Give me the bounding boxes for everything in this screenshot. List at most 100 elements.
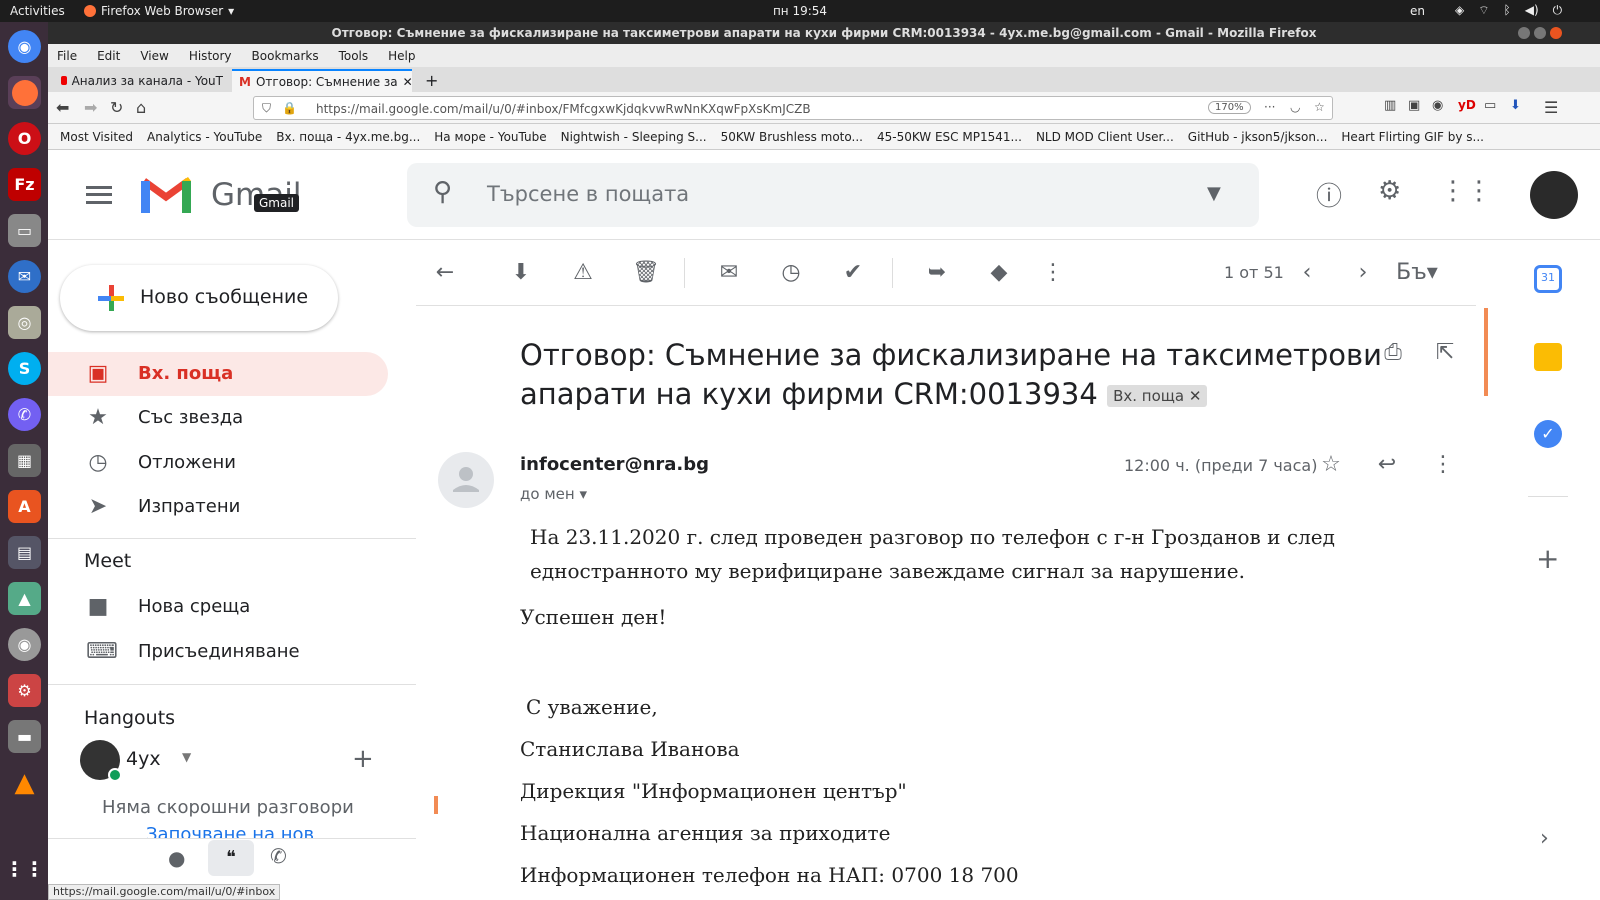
viber-icon[interactable]: ✆ xyxy=(8,398,41,431)
page-actions-icon[interactable]: ··· xyxy=(1264,100,1275,114)
clock[interactable]: пн 19:54 xyxy=(0,4,1600,18)
minimize-button[interactable] xyxy=(1518,27,1530,39)
filezilla-icon[interactable]: Fz xyxy=(8,168,41,201)
star-message-icon[interactable]: ☆ xyxy=(1318,452,1344,478)
tab-gmail[interactable]: M Отговор: Съмнение за ✕ xyxy=(232,69,412,92)
back-arrow-icon[interactable]: ⬅ xyxy=(56,98,69,117)
address-bar[interactable]: ⛉ 🔒 https://mail.google.com/mail/u/0/#in… xyxy=(253,96,1333,120)
phone-tab-icon[interactable]: ✆ xyxy=(270,844,287,868)
sidebar-item-snoozed[interactable]: ◷ Отложени xyxy=(48,441,388,485)
account-avatar[interactable] xyxy=(1530,171,1578,219)
contacts-tab-icon[interactable]: ● xyxy=(168,846,185,870)
email-scrollbar[interactable] xyxy=(1484,308,1488,396)
back-to-inbox-icon[interactable]: ← xyxy=(432,260,458,286)
compose-button[interactable]: Ново съобщение xyxy=(60,265,338,331)
software-center-icon[interactable]: A xyxy=(8,490,41,523)
opera-icon[interactable]: O xyxy=(8,122,41,155)
extension-screen-icon[interactable]: ▭ xyxy=(1484,98,1496,113)
vlc-icon[interactable]: ▲ xyxy=(8,766,41,799)
main-menu-icon[interactable] xyxy=(86,186,112,204)
activities-button[interactable]: Activities xyxy=(10,4,65,18)
bookmark-esc[interactable]: 45-50KW ESC MP1541... xyxy=(877,130,1022,144)
input-tools-icon[interactable]: Бъ▾ xyxy=(1392,260,1442,286)
lock-icon[interactable]: 🔒 xyxy=(282,101,297,115)
menu-tools[interactable]: Tools xyxy=(339,49,369,63)
report-spam-icon[interactable]: ⚠ xyxy=(570,260,596,286)
mark-unread-icon[interactable]: ✉ xyxy=(716,260,742,286)
start-new-chat-link[interactable]: Започване на нов xyxy=(146,824,314,838)
menu-help[interactable]: Help xyxy=(388,49,415,63)
inbox-label-chip[interactable]: Вх. поща ✕ xyxy=(1107,385,1208,407)
help-icon[interactable]: ⓘ xyxy=(1316,176,1342,213)
system-tray[interactable]: ◈ ⌔ ᛒ ◀) ⏻ xyxy=(1455,3,1562,18)
move-to-icon[interactable]: ➥ xyxy=(924,260,950,286)
bookmark-nld-mod[interactable]: NLD MOD Client User... xyxy=(1036,130,1174,144)
search-icon[interactable]: ⚲ xyxy=(433,177,452,207)
scanner-icon[interactable]: ▬ xyxy=(8,720,41,753)
gmail-logo-icon[interactable] xyxy=(140,175,192,215)
sidebar-item-inbox[interactable]: ▣ Вх. поща xyxy=(48,352,388,396)
tab-close-icon[interactable]: ✕ xyxy=(403,75,412,89)
settings-gear-icon[interactable]: ⚙ xyxy=(1378,176,1401,206)
label-icon[interactable]: ◆ xyxy=(986,260,1012,286)
files-icon[interactable]: ▭ xyxy=(8,214,41,247)
status-dropdown-icon[interactable]: ▼ xyxy=(182,750,191,764)
sender-email[interactable]: infocenter@nra.bg xyxy=(520,454,709,475)
calculator-icon[interactable]: ▦ xyxy=(8,444,41,477)
snooze-icon[interactable]: ◷ xyxy=(778,260,804,286)
new-chat-plus-icon[interactable]: + xyxy=(352,744,374,774)
message-more-icon[interactable]: ⋮ xyxy=(1430,452,1456,478)
maximize-button[interactable] xyxy=(1534,27,1546,39)
menu-bookmarks[interactable]: Bookmarks xyxy=(252,49,319,63)
shield-icon[interactable]: ⛉ xyxy=(262,101,271,116)
apps-grid-icon[interactable]: ⋮⋮ xyxy=(1440,176,1492,206)
chat-tab-icon[interactable]: ❝ xyxy=(208,840,254,876)
rhythmbox-icon[interactable]: ◎ xyxy=(8,306,41,339)
sidebar-item-sent[interactable]: ➤ Изпратени xyxy=(48,485,388,529)
meet-new-meeting[interactable]: ■ Нова среща xyxy=(48,585,388,629)
archive-icon[interactable]: ⬇ xyxy=(508,260,534,286)
language-indicator[interactable]: en xyxy=(1410,4,1425,18)
skype-icon[interactable]: S xyxy=(8,352,41,385)
older-chevron-icon[interactable]: › xyxy=(1350,260,1376,286)
newer-chevron-icon[interactable]: ‹ xyxy=(1294,260,1320,286)
zoom-level[interactable]: 170% xyxy=(1208,101,1251,114)
menu-history[interactable]: History xyxy=(189,49,232,63)
video-editor-icon[interactable]: ▤ xyxy=(8,536,41,569)
chrome-icon[interactable]: ◉ xyxy=(8,30,41,63)
add-task-icon[interactable]: ✔ xyxy=(840,260,866,286)
bookmark-analytics-youtube[interactable]: Analytics - YouTube xyxy=(147,130,262,144)
sidebar-toggle-icon[interactable]: ▣ xyxy=(1408,98,1420,113)
menu-edit[interactable]: Edit xyxy=(97,49,120,63)
extension-download-icon[interactable]: ⬇ xyxy=(1510,98,1521,113)
app-menu[interactable]: Firefox Web Browser ▾ xyxy=(84,4,234,18)
settings-app-icon[interactable]: ⚙ xyxy=(8,674,41,707)
delete-icon[interactable]: 🗑 xyxy=(632,260,660,286)
print-icon[interactable]: ⎙ xyxy=(1380,340,1406,366)
menu-file[interactable]: File xyxy=(57,49,77,63)
new-tab-button[interactable]: + xyxy=(418,69,445,92)
tab-youtube-analytics[interactable]: Анализ за канала - YouT xyxy=(54,69,230,92)
thunderbird-icon[interactable]: ✉ xyxy=(8,260,41,293)
calendar-icon[interactable]: 31 xyxy=(1534,265,1562,293)
forward-arrow-icon[interactable]: ➡ xyxy=(84,98,97,117)
close-button[interactable] xyxy=(1550,27,1562,39)
bookmark-50kw-motor[interactable]: 50KW Brushless moto... xyxy=(721,130,863,144)
bookmark-nightwish[interactable]: Nightwish - Sleeping S... xyxy=(561,130,707,144)
hamburger-menu-icon[interactable]: ☰ xyxy=(1544,98,1558,117)
more-options-icon[interactable]: ⋮ xyxy=(1040,260,1066,286)
search-box[interactable]: ⚲ Търсене в пощата ▼ xyxy=(407,163,1259,227)
pocket-icon[interactable]: ◡ xyxy=(1290,100,1300,114)
disc-icon[interactable]: ◉ xyxy=(8,628,41,661)
bookmark-heart-gif[interactable]: Heart Flirting GIF by s... xyxy=(1341,130,1484,144)
sidebar-item-starred[interactable]: ★ Със звезда xyxy=(48,396,388,440)
search-options-icon[interactable]: ▼ xyxy=(1207,183,1221,204)
firefox-icon[interactable] xyxy=(8,76,41,109)
keep-icon[interactable] xyxy=(1534,343,1562,371)
home-icon[interactable]: ⌂ xyxy=(136,98,146,117)
show-apps-icon[interactable]: ⋮⋮ xyxy=(5,852,45,885)
meet-join[interactable]: ⌨ Присъединяване xyxy=(48,630,388,674)
bookmark-na-more[interactable]: На море - YouTube xyxy=(434,130,546,144)
reload-icon[interactable]: ↻ xyxy=(110,98,123,117)
bookmark-most-visited[interactable]: Most Visited xyxy=(60,130,133,144)
